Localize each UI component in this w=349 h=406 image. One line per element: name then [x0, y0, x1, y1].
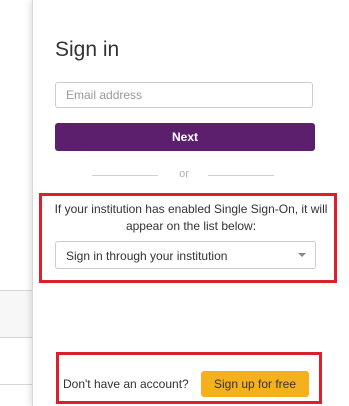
divider-line-right [208, 175, 274, 176]
background-divider [0, 290, 32, 291]
institution-select-value: Sign in through your institution [66, 249, 228, 263]
next-button[interactable]: Next [55, 123, 315, 151]
divider-or-text: or [179, 168, 189, 180]
chevron-down-icon [298, 253, 306, 257]
divider-line-left [92, 175, 158, 176]
email-field[interactable] [55, 82, 313, 108]
background-row [0, 291, 32, 337]
signup-button[interactable]: Sign up for free [201, 371, 309, 397]
institution-select[interactable]: Sign in through your institution [55, 241, 316, 269]
sso-instructions: If your institution has enabled Single S… [54, 202, 328, 233]
background-divider [0, 337, 32, 338]
no-account-text: Don't have an account? [63, 377, 189, 391]
background-divider [0, 384, 32, 385]
dialog-title: Sign in [55, 38, 120, 61]
